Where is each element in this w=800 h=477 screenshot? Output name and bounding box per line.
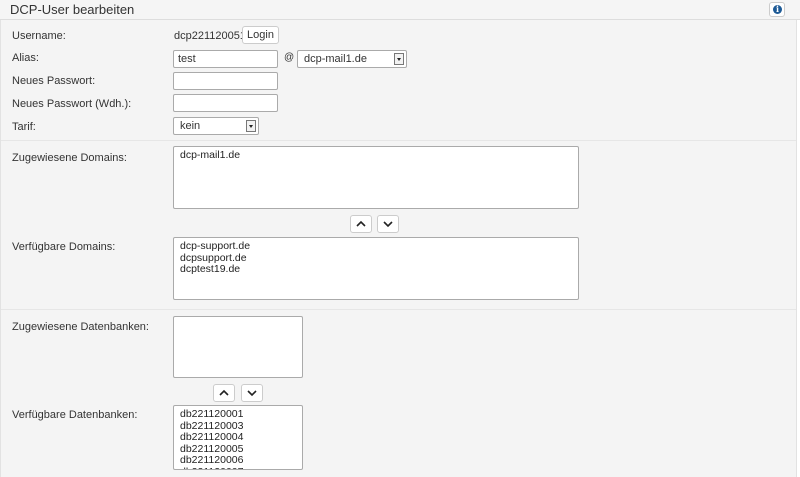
available-domains-label: Verfügbare Domains: — [12, 241, 116, 253]
available-databases-list[interactable]: db221120001 db221120003 db221120004 db22… — [173, 405, 303, 470]
available-databases-label: Verfügbare Datenbanken: — [12, 409, 138, 421]
tarif-select[interactable]: kein — [173, 117, 259, 135]
divider — [1, 309, 796, 310]
move-down-database-button[interactable] — [241, 384, 263, 402]
new-password-repeat-label: Neues Passwort (Wdh.): — [12, 98, 132, 110]
list-item[interactable]: dcp-mail1.de — [180, 149, 572, 162]
chevron-down-icon — [394, 53, 404, 65]
edit-form: Username: dcp221120051 Login Alias: @ dc… — [0, 20, 797, 477]
divider — [1, 140, 796, 141]
tarif-label: Tarif: — [12, 121, 36, 133]
available-domains-list[interactable]: dcp-support.de dcpsupport.de dcptest19.d… — [173, 237, 579, 300]
assigned-domains-label: Zugewiesene Domains: — [12, 152, 127, 164]
alias-domain-value: dcp-mail1.de — [304, 53, 367, 65]
chevron-down-icon — [383, 221, 393, 228]
info-button[interactable]: i — [769, 2, 785, 17]
list-item[interactable]: db221120004 — [180, 431, 296, 444]
new-password-label: Neues Passwort: — [12, 75, 96, 87]
assigned-databases-label: Zugewiesene Datenbanken: — [12, 321, 149, 333]
tarif-value: kein — [180, 120, 201, 132]
username-value: dcp221120051 — [174, 30, 246, 42]
list-item[interactable]: dcp-support.de — [180, 240, 572, 253]
new-password-repeat-field[interactable] — [173, 94, 278, 112]
chevron-up-icon — [356, 220, 366, 227]
assigned-databases-list[interactable] — [173, 316, 303, 378]
list-item[interactable]: db221120006 — [180, 454, 296, 467]
alias-input[interactable] — [173, 50, 278, 68]
login-button[interactable]: Login — [242, 26, 279, 44]
new-password-field[interactable] — [173, 72, 278, 90]
move-up-database-button[interactable] — [213, 384, 235, 402]
assigned-domains-list[interactable]: dcp-mail1.de — [173, 146, 579, 209]
chevron-down-icon — [246, 120, 256, 132]
panel-header: DCP-User bearbeiten i — [0, 0, 800, 20]
chevron-up-icon — [219, 389, 229, 396]
list-item[interactable]: db221120007 — [180, 466, 296, 469]
move-up-domain-button[interactable] — [350, 215, 372, 233]
list-item[interactable]: db221120001 — [180, 408, 296, 421]
list-item[interactable]: dcptest19.de — [180, 263, 572, 276]
username-label: Username: — [12, 30, 66, 42]
chevron-down-icon — [247, 390, 257, 397]
move-down-domain-button[interactable] — [377, 215, 399, 233]
page-title: DCP-User bearbeiten — [10, 2, 135, 17]
info-icon: i — [773, 5, 782, 14]
alias-domain-select[interactable]: dcp-mail1.de — [297, 50, 407, 68]
alias-label: Alias: — [12, 52, 39, 64]
at-sign: @ — [284, 52, 295, 63]
